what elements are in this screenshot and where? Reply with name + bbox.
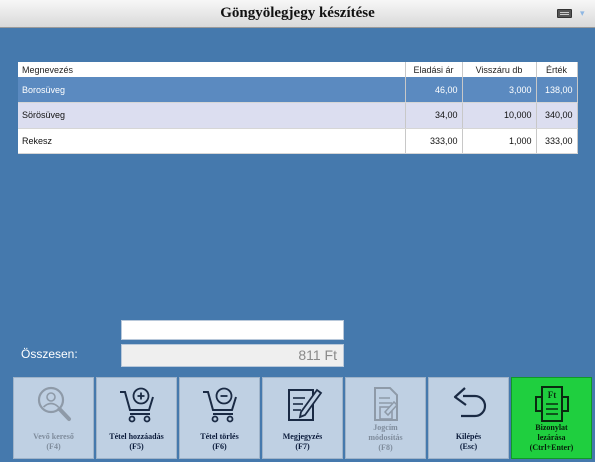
cell-value: 333,00: [536, 128, 578, 154]
button-label: Jogcím: [373, 423, 398, 432]
items-table: Megnevezés Eladási ár Visszáru db Érték …: [18, 62, 578, 154]
table-row[interactable]: Sörösüveg 34,00 10,000 340,00: [18, 102, 578, 129]
add-item-button[interactable]: Tétel hozzáadás (F5): [96, 377, 177, 459]
keyboard-icon[interactable]: [557, 9, 572, 18]
back-arrow-icon: [453, 387, 487, 418]
title-change-button[interactable]: Jogcím módosítás (F8): [345, 377, 426, 459]
button-label: Megjegyzés: [282, 432, 323, 441]
app-window: Göngyölegjegy készítése ▾ Megnevezés Ela…: [0, 0, 595, 462]
button-shortcut: (F6): [212, 442, 227, 451]
receipt-currency-text: Ft: [548, 390, 557, 400]
button-label: Vevő kereső: [33, 432, 74, 441]
table-row[interactable]: Borosüveg 46,00 3,000 138,00: [18, 77, 578, 103]
text-input[interactable]: [121, 320, 344, 340]
button-shortcut: (F7): [295, 442, 310, 451]
note-edit-icon: [288, 388, 323, 421]
button-label: Tétel hozzáadás: [109, 432, 164, 441]
title-bar: Göngyölegjegy készítése ▾: [0, 0, 595, 28]
cell-returned-qty: 3,000: [462, 77, 537, 103]
cart-remove-icon: [203, 387, 237, 423]
button-shortcut: (F4): [46, 442, 61, 451]
cell-price: 333,00: [405, 128, 463, 154]
total-label: Összesen:: [21, 347, 78, 361]
cell-value: 138,00: [536, 77, 578, 103]
column-header-name[interactable]: Megnevezés: [18, 62, 406, 77]
window-title: Göngyölegjegy készítése: [220, 5, 375, 21]
network-icon: ▾: [580, 8, 585, 18]
button-label: Bizonylat: [535, 423, 568, 432]
cell-name: Borosüveg: [18, 77, 406, 103]
column-header-price[interactable]: Eladási ár: [405, 62, 463, 77]
button-label: lezárása: [537, 433, 566, 442]
cell-name: Sörösüveg: [18, 102, 406, 129]
button-shortcut: (Esc): [459, 442, 478, 451]
cell-price: 34,00: [405, 102, 463, 129]
button-label: Tétel törlés: [200, 432, 239, 441]
cell-name: Rekesz: [18, 128, 406, 154]
exit-button[interactable]: Kilépés (Esc): [428, 377, 509, 459]
cell-returned-qty: 10,000: [462, 102, 537, 129]
total-value-field: 811 Ft: [121, 344, 344, 367]
note-button[interactable]: Megjegyzés (F7): [262, 377, 343, 459]
delete-item-button[interactable]: Tétel törlés (F6): [179, 377, 260, 459]
button-shortcut: (F5): [129, 442, 144, 451]
cart-add-icon: [120, 387, 154, 423]
customer-search-icon: [37, 386, 71, 421]
customer-search-button[interactable]: Vevő kereső (F4): [13, 377, 94, 459]
cell-price: 46,00: [405, 77, 463, 103]
receipt-print-icon: Ft: [535, 386, 569, 422]
button-shortcut: (F8): [378, 443, 393, 452]
button-shortcut: (Ctrl+Enter): [529, 443, 574, 452]
table-header: Megnevezés Eladási ár Visszáru db Érték: [18, 62, 578, 77]
cell-returned-qty: 1,000: [462, 128, 537, 154]
column-header-returned-qty[interactable]: Visszáru db: [462, 62, 537, 77]
column-header-value[interactable]: Érték: [536, 62, 578, 77]
close-receipt-button[interactable]: Ft Bizonylat lezárása (Ctrl+Enter): [511, 377, 592, 459]
cell-value: 340,00: [536, 102, 578, 129]
button-label: Kilépés: [455, 432, 482, 441]
button-label: módosítás: [368, 433, 403, 442]
table-row[interactable]: Rekesz 333,00 1,000 333,00: [18, 128, 578, 154]
document-edit-icon: [374, 387, 399, 421]
action-toolbar: Vevő kereső (F4) Tétel hozzáadás (F5) Té…: [13, 377, 595, 462]
